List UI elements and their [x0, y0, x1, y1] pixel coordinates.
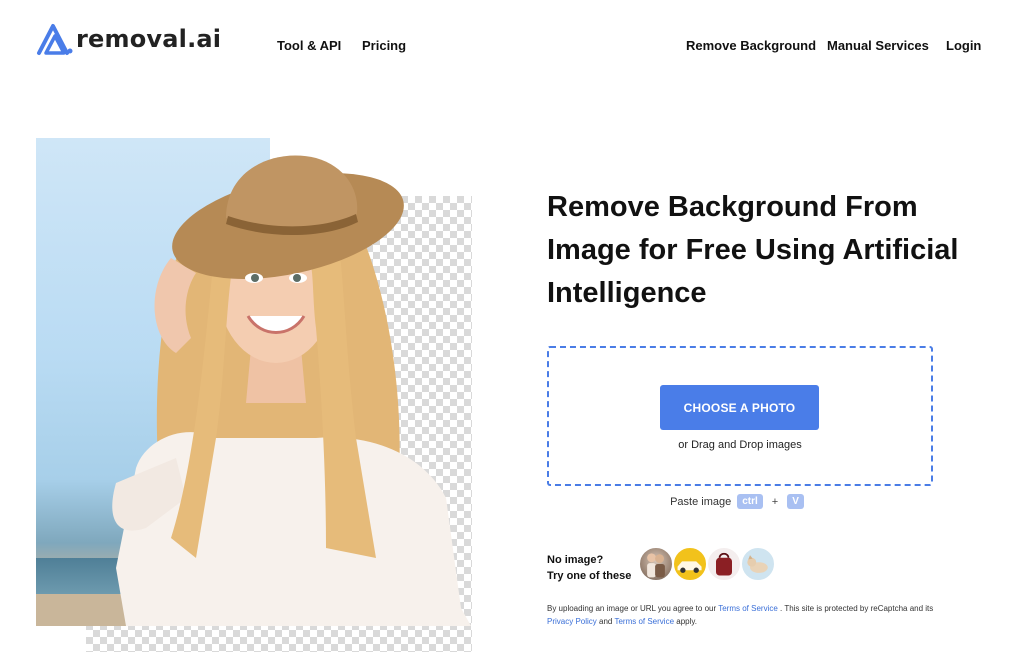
woman-in-hat-image: [112, 155, 471, 626]
terms-of-service-link[interactable]: Terms of Service: [718, 604, 778, 613]
legal-text-4: apply.: [674, 616, 698, 626]
legal-text-3: and: [596, 616, 615, 626]
nav-tool-api[interactable]: Tool & API: [277, 38, 341, 53]
nav-pricing[interactable]: Pricing: [362, 38, 406, 53]
legal-notice: By uploading an image or URL you agree t…: [547, 603, 947, 628]
sample-prompt-line1: No image?: [547, 554, 604, 566]
hero-headline: Remove Background From Image for Free Us…: [547, 191, 959, 309]
sample-car-thumbnail[interactable]: [672, 546, 708, 582]
nav-manual-services[interactable]: Manual Services: [827, 38, 929, 53]
plus-sign: +: [771, 495, 779, 508]
ctrl-key-badge: ctrl: [737, 494, 763, 509]
logo[interactable]: removal.ai: [36, 22, 221, 56]
sample-dog-thumbnail[interactable]: [740, 546, 776, 582]
legal-text-2: . This site is protected by reCaptcha an…: [777, 604, 934, 613]
dog-icon: [747, 555, 768, 573]
sample-images: [638, 546, 776, 582]
paste-label: Paste image: [670, 495, 732, 508]
terms-of-service-link-2[interactable]: Terms of Service: [614, 617, 674, 626]
nav-login[interactable]: Login: [946, 38, 981, 53]
removal-logo-icon: [37, 24, 73, 55]
choose-photo-button[interactable]: CHOOSE A PHOTO: [660, 385, 819, 430]
logo-text: removal.ai: [76, 25, 222, 53]
paste-image-hint: Paste image ctrl + V: [547, 494, 933, 509]
sample-prompt-line2: Try one of these: [547, 570, 632, 582]
v-key-badge: V: [787, 494, 804, 509]
sample-prompt: No image? Try one of these: [547, 552, 631, 584]
drag-drop-hint: or Drag and Drop images: [678, 439, 802, 451]
sample-bag-thumbnail[interactable]: [706, 546, 742, 582]
hero-image: [36, 138, 472, 652]
legal-text-1: By uploading an image or URL you agree t…: [547, 604, 719, 613]
car-icon: [677, 561, 702, 573]
sample-couple-thumbnail[interactable]: [638, 546, 674, 582]
couple-icon: [647, 553, 665, 578]
nav-remove-background[interactable]: Remove Background: [686, 38, 816, 53]
bag-icon: [716, 552, 732, 576]
privacy-policy-link[interactable]: Privacy Policy: [547, 617, 597, 626]
site-header: removal.ai Tool & API Pricing Remove Bac…: [0, 0, 1024, 90]
